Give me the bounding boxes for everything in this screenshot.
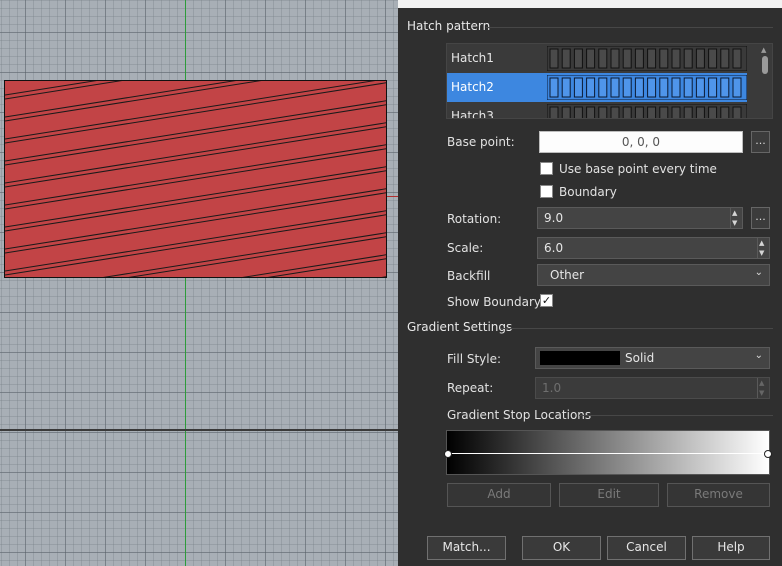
fill-color-swatch [540,351,620,365]
x-axis-marker [386,196,398,197]
boundary-checkbox[interactable] [540,185,553,198]
section-divider [486,27,773,28]
cancel-button[interactable]: Cancel [607,536,686,560]
hatch-pattern-section-title: Hatch pattern [407,19,491,33]
scroll-up-icon[interactable]: ▲ [761,46,766,54]
scale-stepper[interactable]: ▲ ▼ [757,238,769,258]
stepper-up-icon[interactable]: ▲ [732,209,737,217]
repeat-value: 1.0 [542,381,562,395]
base-point-label: Base point: [447,135,515,149]
pattern-name: Hatch2 [451,80,494,94]
gradient-stop-handle-end[interactable] [764,450,772,458]
hatch-pattern-list[interactable]: Hatch1 Hatch2 Hatch3 ▲ [446,43,773,119]
help-button[interactable]: Help [692,536,770,560]
backfill-select[interactable]: Other ⌄ [537,264,770,286]
add-stop-button[interactable]: Add [447,483,551,507]
chevron-down-icon: ⌄ [754,350,763,361]
backfill-label: Backfill [447,269,491,283]
pattern-preview-hatch2 [547,75,747,100]
section-divider [579,415,773,416]
pattern-preview-hatch1 [547,46,747,71]
fill-style-selected-value: Solid [625,351,655,365]
remove-stop-button[interactable]: Remove [667,483,770,507]
match-button[interactable]: Match... [427,536,506,560]
gradient-stop-line [447,453,769,454]
scale-value: 6.0 [544,241,564,255]
pattern-preview-hatch3 [547,104,747,118]
show-boundary-checkbox[interactable]: ✓ [540,294,553,307]
use-base-point-checkbox[interactable] [540,162,553,175]
stepper-down-icon[interactable]: ▼ [759,249,764,257]
gradient-stop-handle-start[interactable] [444,450,452,458]
pattern-item-hatch1[interactable]: Hatch1 [447,44,747,73]
edit-stop-button[interactable]: Edit [559,483,659,507]
viewport[interactable] [0,0,398,566]
section-divider [501,328,773,329]
ok-button[interactable]: OK [522,536,601,560]
panel-top-bar [398,0,782,8]
base-point-pick-button[interactable]: ... [751,131,770,153]
pattern-name: Hatch3 [451,109,494,119]
hatched-rectangle[interactable] [4,80,387,278]
scale-label: Scale: [447,241,484,255]
repeat-input: 1.0 ▲ ▼ [535,377,770,399]
pattern-item-hatch3[interactable]: Hatch3 [447,102,747,119]
rotation-value: 9.0 [544,211,564,225]
use-base-point-label: Use base point every time [559,162,717,176]
base-point-input[interactable]: 0, 0, 0 [539,131,743,153]
repeat-label: Repeat: [447,381,494,395]
rotation-input[interactable]: 9.0 ▲ ▼ [537,207,743,229]
chevron-down-icon: ⌄ [754,267,763,278]
fill-style-label: Fill Style: [447,352,502,366]
pattern-item-hatch2[interactable]: Hatch2 [447,73,747,102]
stepper-up-icon: ▲ [759,379,765,387]
backfill-selected-value: Other [550,268,585,282]
gradient-stop-locations-title: Gradient Stop Locations [447,408,592,422]
hatch-properties-panel: Hatch pattern Hatch1 Hatch2 Hatch3 ▲ Bas… [398,0,782,566]
stepper-down-icon: ▼ [759,389,765,397]
rotation-pick-button[interactable]: ... [751,207,770,229]
stepper-down-icon[interactable]: ▼ [732,219,737,227]
boundary-label: Boundary [559,185,617,199]
x-axis-line [0,429,398,431]
stepper-up-icon[interactable]: ▲ [759,239,764,247]
scroll-thumb[interactable] [762,56,768,74]
gradient-settings-section-title: Gradient Settings [407,320,513,334]
fill-style-select[interactable]: Solid ⌄ [535,347,770,369]
pattern-list-scrollbar[interactable]: ▲ [758,44,772,118]
gradient-stop-editor[interactable] [444,430,772,475]
pattern-name: Hatch1 [451,51,494,65]
scale-input[interactable]: 6.0 ▲ ▼ [537,237,770,259]
rotation-label: Rotation: [447,212,502,226]
hatch-pattern-graphic [5,81,386,277]
rotation-stepper[interactable]: ▲ ▼ [730,208,742,228]
repeat-stepper: ▲ ▼ [757,378,769,398]
show-boundary-label: Show Boundary [447,295,541,309]
